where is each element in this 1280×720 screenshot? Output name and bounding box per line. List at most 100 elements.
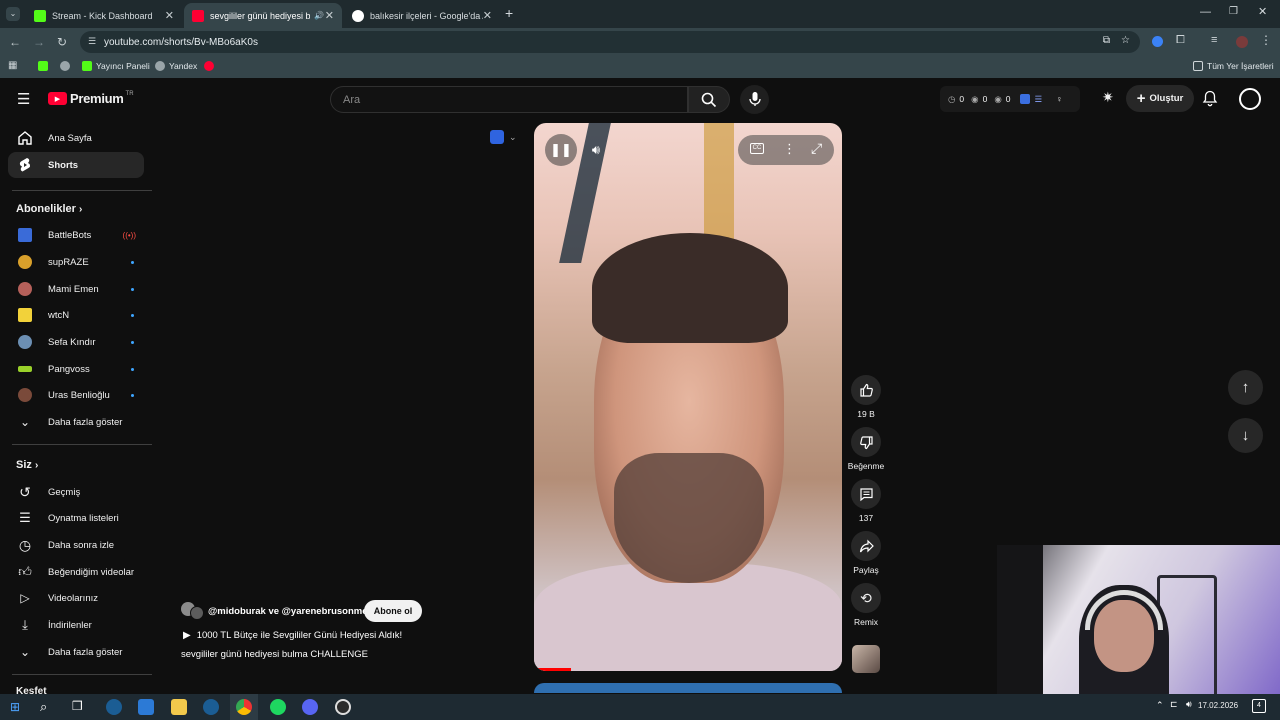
tab-kick-dashboard[interactable]: Stream - Kick Dashboard ✕: [26, 3, 182, 28]
close-icon[interactable]: ✕: [325, 9, 334, 22]
steam-icon[interactable]: [106, 699, 122, 715]
menu-icon[interactable]: ⋮: [1260, 33, 1272, 47]
more-options-icon[interactable]: ⋮: [783, 141, 796, 157]
next-short-button[interactable]: ↓: [1228, 418, 1263, 453]
sidebar-item-playlists[interactable]: ☰ Oynatma listeleri: [8, 505, 144, 531]
subscriptions-header[interactable]: Abonelikler ›: [16, 203, 82, 215]
all-bookmarks[interactable]: Tüm Yer İşaretleri: [1193, 61, 1274, 71]
sidebar-item-mami-emen[interactable]: Mami Emen: [8, 276, 144, 302]
bell-icon[interactable]: [1202, 90, 1218, 107]
bookmark-youtube[interactable]: [204, 61, 218, 71]
network-icon[interactable]: ⊏: [1170, 699, 1178, 710]
volume-button[interactable]: 🔊︎: [580, 134, 612, 166]
close-window-button[interactable]: ✕: [1258, 5, 1267, 18]
spotify-icon[interactable]: [270, 699, 286, 715]
bookmark-yayinci-paneli[interactable]: Yayıncı Paneli: [82, 61, 150, 71]
sound-thumbnail[interactable]: [852, 645, 880, 673]
site-info-icon[interactable]: ☰: [88, 36, 96, 47]
extension-counters[interactable]: ◷ 0 ◉ 0 ◉ 0 ☰ ♀: [940, 86, 1080, 112]
tab-youtube-short[interactable]: sevgililer günü hediyesi bul 🔊 ✕: [184, 3, 342, 28]
install-icon[interactable]: ⧉: [1103, 35, 1110, 46]
captions-icon[interactable]: CC: [750, 143, 764, 154]
video-progress-bar[interactable]: [534, 668, 571, 671]
dislike-button[interactable]: Beğenme: [846, 427, 886, 471]
share-button[interactable]: Paylaş: [850, 531, 882, 575]
short-title[interactable]: ▶ 1000 TL Bütçe ile Sevgililer Günü Hedi…: [183, 630, 402, 641]
sidebar-item-watch-later[interactable]: ◷ Daha sonra izle: [8, 532, 144, 558]
hamburger-menu-icon[interactable]: ☰: [17, 90, 30, 108]
apps-icon[interactable]: ▦: [8, 60, 17, 71]
sidebar-item-sefa-kindir[interactable]: Sefa Kındır: [8, 329, 144, 355]
shorts-video-player[interactable]: ❚❚ 🔊︎ CC ⋮ ⤢: [534, 123, 842, 671]
task-view-icon[interactable]: ❒: [72, 699, 83, 713]
remix-button[interactable]: ⟲ Remix: [850, 583, 882, 627]
new-content-dot: [131, 340, 134, 344]
fullscreen-icon[interactable]: ⤢: [811, 140, 822, 157]
sidebar-item-pangvoss[interactable]: Pangvoss: [8, 356, 144, 382]
short-description[interactable]: sevgililer günü hediyesi bulma CHALLENGE: [181, 649, 368, 660]
taskbar-date[interactable]: 17.02.2026: [1198, 701, 1238, 710]
show-more-you[interactable]: ⌄ Daha fazla göster: [8, 639, 144, 665]
sidebar-item-home[interactable]: Ana Sayfa: [8, 125, 144, 151]
channel-avatars[interactable]: [181, 602, 204, 620]
url-field[interactable]: ☰ youtube.com/shorts/Bv-MBo6aK0s ⧉ ☆: [80, 31, 1140, 53]
restore-button[interactable]: ❐: [1229, 6, 1238, 17]
sidebar-item-supraze[interactable]: supRAZE: [8, 249, 144, 275]
speaker-icon[interactable]: 🔊: [314, 11, 324, 20]
steam-icon[interactable]: [203, 699, 219, 715]
bookmark-globe[interactable]: [60, 61, 74, 71]
pause-button[interactable]: ❚❚: [545, 134, 577, 166]
extension-icon[interactable]: [1152, 36, 1163, 47]
chrome-taskbar-item[interactable]: [230, 694, 258, 720]
puzzle-icon[interactable]: ⧠: [1176, 34, 1185, 47]
previous-short-button[interactable]: ↑: [1228, 370, 1263, 405]
subscribe-button[interactable]: Abone ol: [364, 600, 422, 622]
minimize-button[interactable]: —: [1200, 6, 1211, 18]
profile-avatar[interactable]: [1236, 36, 1248, 48]
tray-chevron-icon[interactable]: ⌃: [1156, 700, 1164, 711]
like-button[interactable]: 19 B: [850, 375, 882, 419]
windows-start-icon[interactable]: ⊞: [10, 700, 20, 714]
back-icon[interactable]: ←: [9, 35, 21, 49]
sidebar-item-shorts[interactable]: Shorts: [8, 152, 144, 178]
sidebar-item-downloads[interactable]: ⤓ İndirilenler: [8, 612, 144, 638]
bookmark-yandex[interactable]: Yandex: [155, 61, 197, 71]
forward-icon[interactable]: →: [33, 35, 45, 49]
star-icon[interactable]: ☆: [1121, 35, 1130, 46]
iq-extension-badge[interactable]: ⌄: [490, 130, 517, 144]
obs-icon[interactable]: [335, 699, 351, 715]
sidebar-item-wtcn[interactable]: wtcN: [8, 302, 144, 328]
notification-icon[interactable]: 4: [1252, 699, 1266, 713]
ai-sparkle-icon[interactable]: ✷: [1102, 89, 1114, 106]
search-icon[interactable]: ⌕: [40, 699, 47, 715]
bookmark-kick[interactable]: [38, 61, 52, 71]
tab-google-search[interactable]: balıkesir ilçeleri - Google'da Ara ✕: [344, 3, 500, 28]
sidebar-item-uras-benlioglu[interactable]: Uras Benlioğlu: [8, 382, 144, 408]
you-header[interactable]: Siz ›: [16, 459, 38, 471]
media-control-icon[interactable]: ≡: [1211, 34, 1217, 46]
voice-search-button[interactable]: [740, 85, 769, 114]
reload-icon[interactable]: ↻: [57, 35, 67, 49]
close-icon[interactable]: ✕: [483, 9, 492, 22]
search-button[interactable]: [688, 86, 730, 113]
channel-names[interactable]: @midoburak ve @yarenebrusonmez: [208, 606, 372, 617]
comments-button[interactable]: 137: [850, 479, 882, 523]
close-icon[interactable]: ✕: [165, 9, 174, 22]
create-button[interactable]: + Oluştur: [1126, 85, 1194, 112]
sidebar-item-battlebots[interactable]: BattleBots ((•)): [8, 222, 144, 248]
volume-icon[interactable]: 🔊︎: [1186, 699, 1192, 710]
account-avatar[interactable]: [1239, 88, 1261, 110]
youtube-logo[interactable]: ▶ Premium TR: [48, 91, 134, 106]
sidebar-item-liked-videos[interactable]: 👍︎ Beğendiğim videolar: [8, 559, 144, 585]
sidebar-item-your-videos[interactable]: ▷ Videolarınız: [8, 585, 144, 611]
channel-avatar: [190, 606, 204, 620]
sidebar-item-history[interactable]: ↺ Geçmiş: [8, 479, 144, 505]
tab-search-chevron-icon[interactable]: ⌄: [6, 7, 20, 21]
folder-icon[interactable]: [171, 699, 187, 715]
new-tab-button[interactable]: +: [505, 5, 513, 21]
discord-icon[interactable]: [302, 699, 318, 715]
store-icon[interactable]: [138, 699, 154, 715]
next-short-preview[interactable]: [534, 683, 842, 693]
show-more-subscriptions[interactable]: ⌄ Daha fazla göster: [8, 409, 144, 435]
search-input[interactable]: Ara: [330, 86, 688, 113]
